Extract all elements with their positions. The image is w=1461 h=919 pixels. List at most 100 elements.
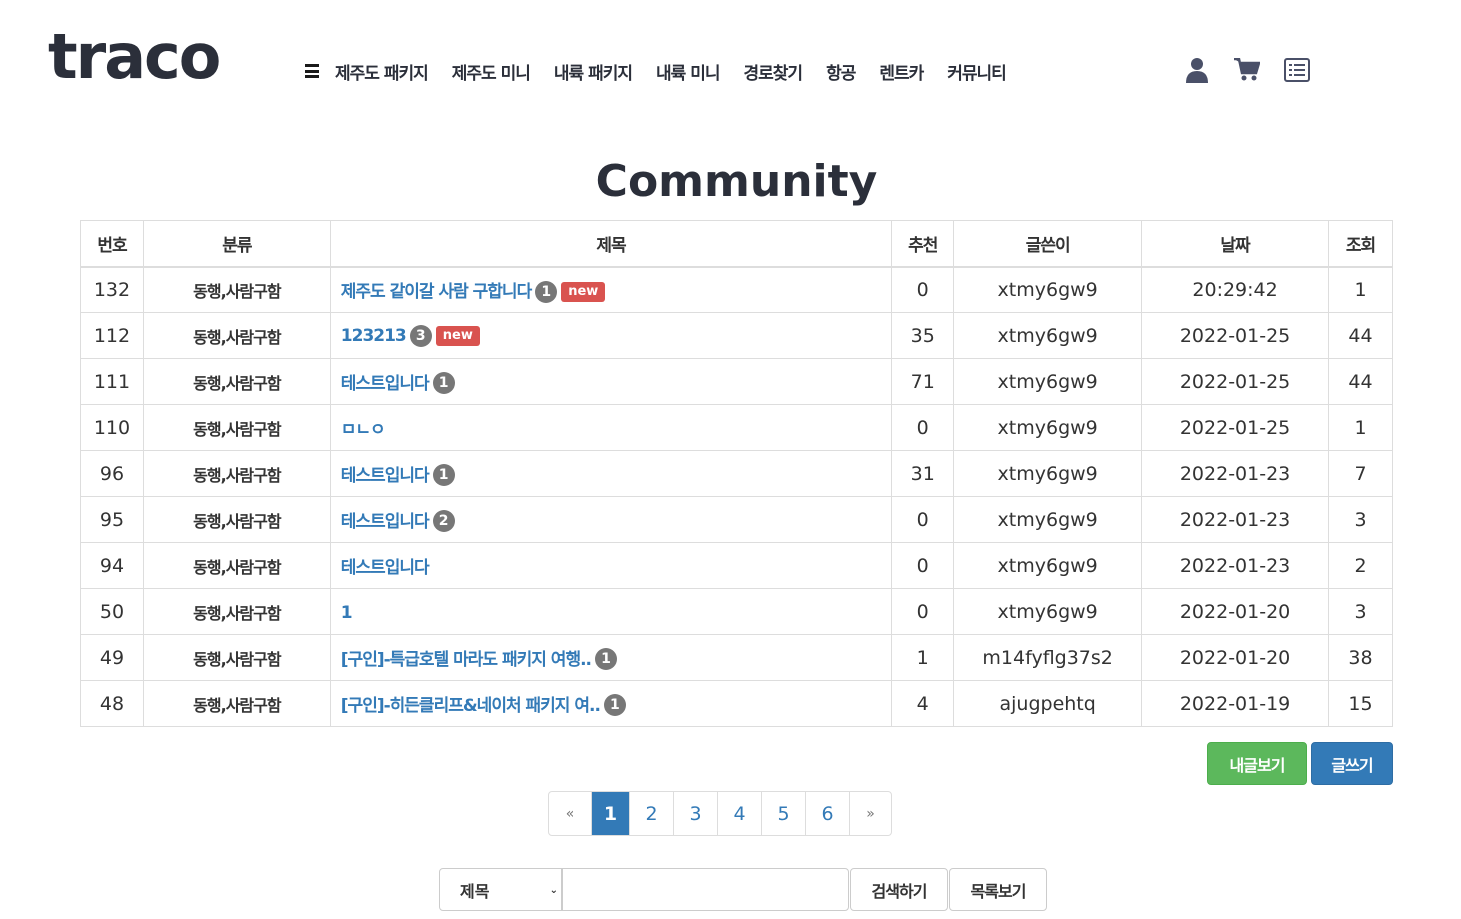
post-title-link[interactable]: [구인]-특급호텔 마라도 패키지 여행.. — [341, 650, 592, 670]
nav-item-flights[interactable]: 항공 — [826, 59, 856, 84]
column-header-title[interactable]: 제목 — [329, 220, 893, 268]
post-title-link[interactable]: 제주도 같이갈 사람 구합니다 — [341, 282, 532, 302]
cell-number: 96 — [80, 450, 144, 497]
cell-likes: 0 — [891, 404, 955, 451]
table-row[interactable]: 111 동행,사람구함 테스트입니다 1 71 xtmy6gw9 2022-01-25 44 — [80, 358, 1393, 405]
cell-date: 2022-01-25 — [1141, 312, 1329, 359]
table-row[interactable]: 94 동행,사람구함 테스트입니다 0 xtmy6gw9 2022-01-23 2 — [80, 542, 1393, 589]
table-row[interactable]: 48 동행,사람구함 [구인]-히든클리프&네이처 패키지 여.. 1 4 ajugpeh… — [80, 680, 1393, 727]
cell-views: 44 — [1328, 312, 1393, 359]
cell-date: 2022-01-25 — [1141, 404, 1329, 451]
hamburger-menu-icon[interactable] — [305, 64, 319, 78]
search-field-selected: 제목 — [460, 881, 490, 901]
post-title-link[interactable]: ㅁㄴㅇ — [341, 420, 386, 440]
comment-count-badge: 1 — [595, 648, 618, 671]
table-row[interactable]: 110 동행,사람구함 ㅁㄴㅇ 0 xtmy6gw9 2022-01-25 1 — [80, 404, 1393, 451]
post-title-link[interactable]: 테스트입니다 — [341, 558, 430, 578]
cell-likes: 0 — [891, 588, 955, 635]
pagination-page-5[interactable]: 5 — [761, 792, 805, 835]
cell-number: 50 — [80, 588, 144, 635]
cell-number: 110 — [80, 404, 144, 451]
user-icon[interactable] — [1184, 56, 1210, 84]
cell-category: 동행,사람구함 — [142, 634, 331, 681]
search-bar: 제목 ⌄ 검색하기 목록보기 — [439, 868, 1047, 911]
cell-views: 1 — [1328, 404, 1393, 451]
cell-category: 동행,사람구함 — [142, 312, 331, 359]
chevron-down-icon: ⌄ — [549, 885, 558, 896]
post-title-link[interactable]: 테스트입니다 — [341, 512, 430, 532]
cell-title: 테스트입니다 1 — [329, 358, 893, 405]
comment-count-badge: 1 — [432, 464, 455, 487]
list-icon[interactable] — [1284, 56, 1310, 84]
list-all-button[interactable]: 목록보기 — [949, 868, 1047, 911]
cell-author: xtmy6gw9 — [953, 496, 1143, 543]
site-logo[interactable]: traco — [48, 26, 221, 88]
write-post-button[interactable]: 글쓰기 — [1311, 742, 1393, 785]
cell-likes: 4 — [891, 680, 955, 727]
pagination-page-1[interactable]: 1 — [591, 792, 629, 835]
cell-views: 15 — [1328, 680, 1393, 727]
pagination-prev[interactable]: « — [549, 792, 591, 835]
cell-category: 동행,사람구함 — [142, 496, 331, 543]
pagination-page-2[interactable]: 2 — [629, 792, 673, 835]
cart-icon[interactable] — [1234, 56, 1260, 84]
cell-author: ajugpehtq — [953, 680, 1143, 727]
column-header-category[interactable]: 분류 — [142, 220, 331, 268]
table-row[interactable]: 49 동행,사람구함 [구인]-특급호텔 마라도 패키지 여행.. 1 1 m14fyfl… — [80, 634, 1393, 681]
nav-item-inland-mini[interactable]: 내륙 미니 — [656, 59, 720, 84]
site-header: traco 제주도 패키지 제주도 미니 내륙 패키지 내륙 미니 경로찾기 항… — [0, 0, 1461, 130]
cell-date: 2022-01-23 — [1141, 542, 1329, 589]
cell-category: 동행,사람구함 — [142, 358, 331, 405]
column-header-number[interactable]: 번호 — [80, 220, 144, 268]
nav-item-rentacar[interactable]: 렌트카 — [879, 59, 924, 84]
nav-item-community[interactable]: 커뮤니티 — [947, 59, 1007, 84]
cell-date: 2022-01-25 — [1141, 358, 1329, 405]
table-row[interactable]: 50 동행,사람구함 1 0 xtmy6gw9 2022-01-20 3 — [80, 588, 1393, 635]
post-title-link[interactable]: 123213 — [341, 326, 407, 346]
search-button[interactable]: 검색하기 — [850, 868, 948, 911]
search-field-select[interactable]: 제목 ⌄ — [439, 868, 563, 911]
cell-likes: 31 — [891, 450, 955, 497]
cell-date: 20:29:42 — [1141, 266, 1329, 313]
pagination-next[interactable]: » — [849, 792, 891, 835]
post-title-link[interactable]: [구인]-히든클리프&네이처 패키지 여.. — [341, 696, 601, 716]
search-input[interactable] — [561, 868, 849, 911]
nav-item-inland-package[interactable]: 내륙 패키지 — [554, 59, 633, 84]
my-posts-button[interactable]: 내글보기 — [1207, 742, 1307, 785]
comment-count-badge: 1 — [432, 372, 455, 395]
column-header-views[interactable]: 조회 — [1328, 220, 1393, 268]
cell-title: 테스트입니다 2 — [329, 496, 893, 543]
cell-views: 7 — [1328, 450, 1393, 497]
cell-likes: 0 — [891, 542, 955, 589]
table-row[interactable]: 132 동행,사람구함 제주도 같이갈 사람 구합니다 1 new 0 xtmy6gw9 20… — [80, 266, 1393, 313]
cell-likes: 0 — [891, 266, 955, 313]
nav-item-jeju-mini[interactable]: 제주도 미니 — [452, 59, 531, 84]
table-body: 132 동행,사람구함 제주도 같이갈 사람 구합니다 1 new 0 xtmy6gw9 20… — [80, 266, 1393, 727]
table-row[interactable]: 95 동행,사람구함 테스트입니다 2 0 xtmy6gw9 2022-01-23 3 — [80, 496, 1393, 543]
column-header-likes[interactable]: 추천 — [891, 220, 955, 268]
cell-author: xtmy6gw9 — [953, 588, 1143, 635]
table-row[interactable]: 112 동행,사람구함 123213 3 new 35 xtmy6gw9 2022-01-25… — [80, 312, 1393, 359]
new-label: new — [435, 325, 480, 346]
post-title-link[interactable]: 1 — [341, 603, 353, 623]
pagination-page-6[interactable]: 6 — [805, 792, 849, 835]
header-icons — [1184, 56, 1334, 84]
comment-count-badge: 1 — [535, 280, 558, 303]
cell-date: 2022-01-20 — [1141, 588, 1329, 635]
pagination-page-4[interactable]: 4 — [717, 792, 761, 835]
cell-author: xtmy6gw9 — [953, 312, 1143, 359]
table-row[interactable]: 96 동행,사람구함 테스트입니다 1 31 xtmy6gw9 2022-01-23 7 — [80, 450, 1393, 497]
pagination-page-3[interactable]: 3 — [673, 792, 717, 835]
column-header-date[interactable]: 날짜 — [1141, 220, 1329, 268]
cell-title: ㅁㄴㅇ — [329, 404, 893, 451]
nav-item-route-finder[interactable]: 경로찾기 — [744, 59, 804, 84]
cell-author: xtmy6gw9 — [953, 358, 1143, 405]
cell-number: 95 — [80, 496, 144, 543]
column-header-author[interactable]: 글쓴이 — [953, 220, 1143, 268]
cell-views: 3 — [1328, 496, 1393, 543]
cell-views: 44 — [1328, 358, 1393, 405]
nav-item-jeju-package[interactable]: 제주도 패키지 — [335, 59, 429, 84]
post-title-link[interactable]: 테스트입니다 — [341, 374, 430, 394]
cell-category: 동행,사람구함 — [142, 404, 331, 451]
post-title-link[interactable]: 테스트입니다 — [341, 466, 430, 486]
